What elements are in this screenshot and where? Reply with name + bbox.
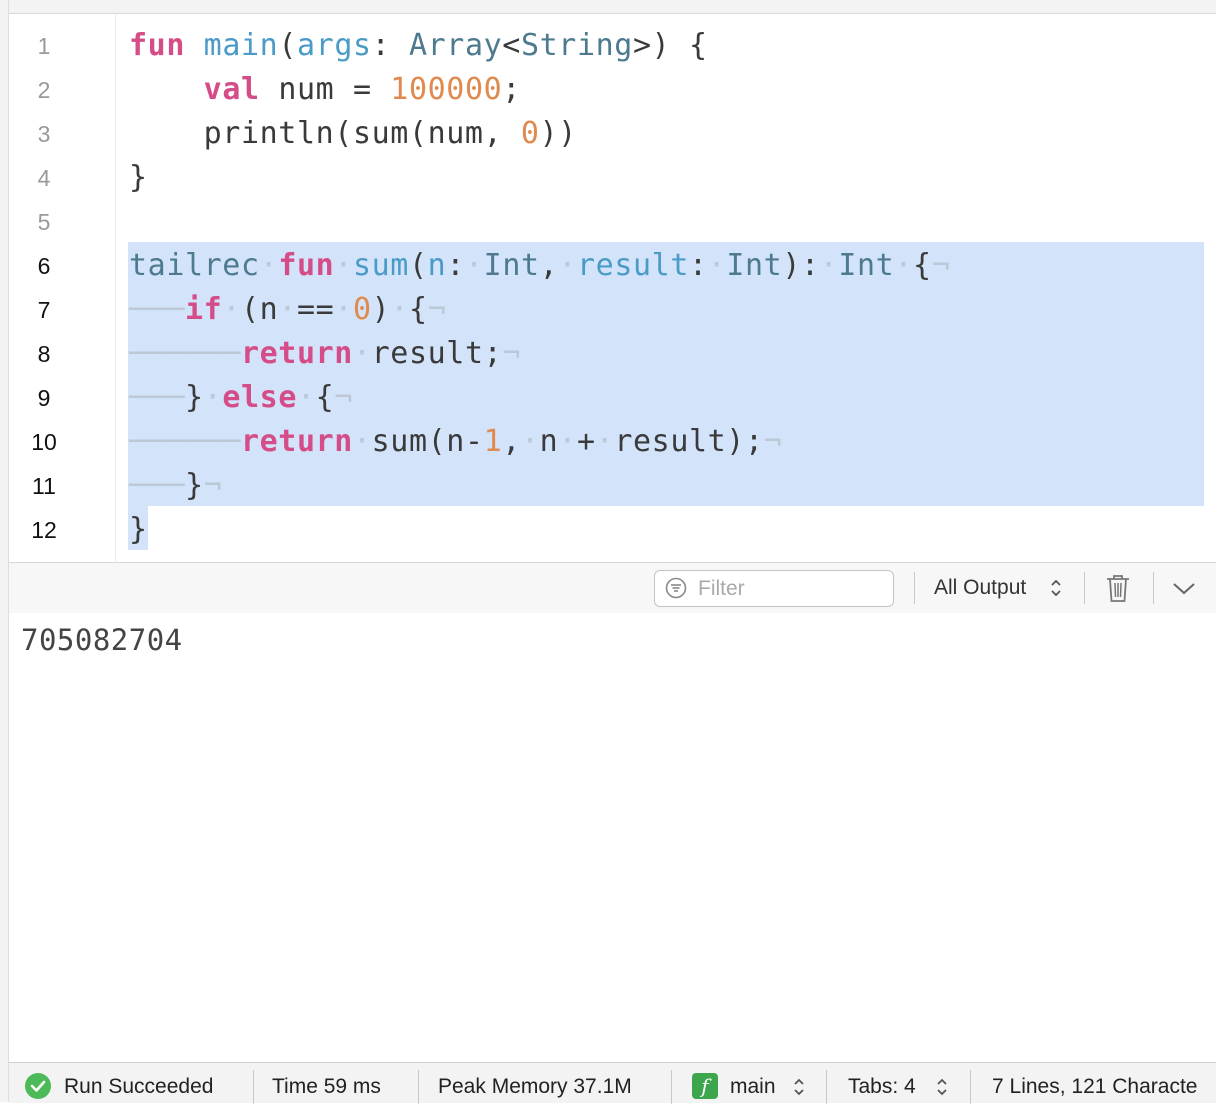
- console-output[interactable]: 705082704: [9, 613, 1216, 1062]
- line-number: 11: [32, 473, 56, 499]
- line-number: 10: [31, 429, 57, 455]
- status-bar: Run Succeeded Time 59 ms Peak Memory 37.…: [9, 1062, 1216, 1104]
- filter-icon: [665, 577, 687, 599]
- status-divider: [826, 1070, 827, 1104]
- toolbar-divider: [914, 572, 915, 604]
- code-line[interactable]: 12 }: [9, 508, 1216, 552]
- code-editor[interactable]: 1 fun main(args: Array<String>) { 2 val …: [9, 14, 1216, 562]
- code-line[interactable]: 11 ───}¬: [9, 464, 1216, 508]
- code-line[interactable]: 8 ──────return·result;¬: [9, 332, 1216, 376]
- filter-input[interactable]: Filter: [654, 570, 894, 607]
- toolbar-divider: [1084, 572, 1085, 604]
- run-status: Run Succeeded: [64, 1075, 214, 1098]
- code-line[interactable]: 3 println(sum(num, 0)): [9, 112, 1216, 156]
- status-divider: [671, 1070, 672, 1104]
- updown-chevron-icon[interactable]: [793, 1077, 805, 1097]
- line-number: 3: [37, 121, 51, 147]
- output-selector-label: All Output: [934, 576, 1027, 599]
- code-text: ──────return·result;¬: [129, 336, 521, 371]
- run-time: Time 59 ms: [272, 1075, 381, 1098]
- code-line[interactable]: 1 fun main(args: Array<String>) {: [9, 24, 1216, 68]
- function-selector[interactable]: main: [730, 1063, 776, 1111]
- console-toolbar: Filter All Output: [9, 562, 1216, 614]
- function-icon: f: [692, 1073, 718, 1099]
- filter-placeholder: Filter: [698, 577, 745, 600]
- line-number: 1: [37, 33, 51, 59]
- success-check-icon: [25, 1073, 51, 1099]
- line-number: 7: [37, 297, 51, 323]
- window-top-strip: ˊ: [0, 0, 1216, 14]
- line-number: 9: [37, 385, 51, 411]
- code-line[interactable]: 7 ───if·(n·==·0)·{¬: [9, 288, 1216, 332]
- line-number: 8: [37, 341, 51, 367]
- code-line[interactable]: 5: [9, 200, 1216, 244]
- resize-mark-icon: ˊ: [1207, 0, 1210, 5]
- tabs-setting[interactable]: Tabs: 4: [848, 1063, 916, 1111]
- toolbar-divider: [1153, 572, 1154, 604]
- line-number: 4: [37, 165, 51, 191]
- code-text: }: [129, 512, 148, 547]
- status-divider: [253, 1070, 254, 1104]
- chevron-down-icon[interactable]: [1171, 577, 1197, 599]
- code-text: fun main(args: Array<String>) {: [129, 28, 708, 63]
- code-text: ───}¬: [129, 468, 223, 503]
- code-text: ───if·(n·==·0)·{¬: [129, 292, 447, 327]
- code-text: ──────return·sum(n-1,·n·+·result);¬: [129, 424, 783, 459]
- line-number: 6: [37, 253, 51, 279]
- code-line[interactable]: 6 tailrec·fun·sum(n:·Int,·result:·Int):·…: [9, 244, 1216, 288]
- code-line[interactable]: 9 ───}·else·{¬: [9, 376, 1216, 420]
- peak-memory: Peak Memory 37.1M: [438, 1075, 632, 1098]
- line-number: 2: [37, 77, 51, 103]
- code-line[interactable]: 2 val num = 100000;: [9, 68, 1216, 112]
- console-output-text: 705082704: [21, 623, 183, 657]
- code-line[interactable]: 10 ──────return·sum(n-1,·n·+·result);¬: [9, 420, 1216, 464]
- status-divider: [418, 1070, 419, 1104]
- trash-icon[interactable]: [1105, 573, 1131, 603]
- code-text: println(sum(num, 0)): [129, 116, 577, 151]
- code-text: val num = 100000;: [203, 72, 521, 107]
- document-summary: 7 Lines, 121 Characte: [992, 1075, 1198, 1098]
- updown-chevron-icon[interactable]: [936, 1077, 948, 1097]
- left-rail: [0, 0, 9, 1102]
- line-number: 5: [37, 209, 51, 235]
- line-number: 12: [31, 517, 57, 543]
- code-text: tailrec·fun·sum(n:·Int,·result:·Int):·In…: [129, 248, 951, 283]
- status-divider: [970, 1070, 971, 1104]
- code-line[interactable]: 4 }: [9, 156, 1216, 200]
- code-text: }: [129, 160, 148, 195]
- updown-chevron-icon: [1051, 579, 1061, 597]
- code-text: ───}·else·{¬: [129, 380, 354, 415]
